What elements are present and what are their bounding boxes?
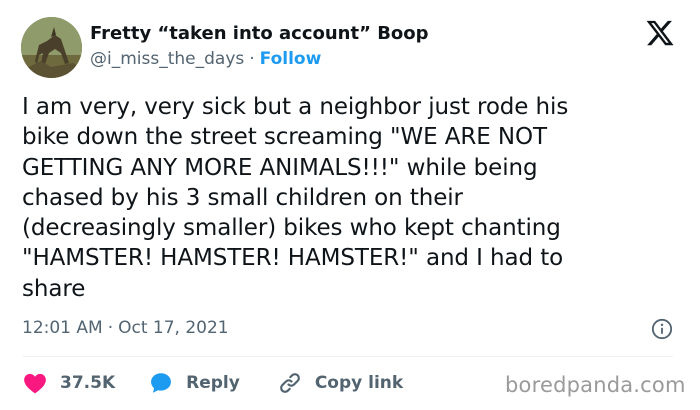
handle-line: @i_miss_the_days · Follow (90, 49, 321, 69)
display-name[interactable]: Fretty “taken into account” Boop (90, 23, 429, 44)
tweet-text-line: bike down the street screaming "WE ARE N… (22, 124, 547, 151)
like-button[interactable]: 37.5K (22, 370, 115, 396)
copy-link-label: Copy link (314, 373, 404, 393)
tweet-time: 12:01 AM (22, 318, 103, 338)
timestamp[interactable]: 12:01 AM · Oct 17, 2021 (22, 318, 229, 338)
tweet-text-line: "HAMSTER! HAMSTER! HAMSTER!" and I had t… (22, 245, 564, 272)
tweet-text: I am very, very sick but a neighbor just… (22, 92, 672, 304)
like-count: 37.5K (60, 373, 116, 393)
info-icon[interactable] (651, 318, 673, 340)
link-icon (279, 373, 300, 393)
tweet-date: Oct 17, 2021 (118, 318, 229, 338)
heart-icon (24, 373, 46, 394)
tweet-text-line: GETTING ANY MORE ANIMALS!!!" while being (22, 154, 538, 181)
speech-bubble-icon (151, 373, 172, 393)
tweet-card: Fretty “taken into account” Boop @i_miss… (0, 0, 700, 410)
separator-dot: · (107, 318, 114, 338)
tweet-text-line: share (22, 275, 86, 302)
reply-button[interactable]: Reply (148, 370, 240, 396)
copy-link-button[interactable]: Copy link (277, 370, 403, 396)
separator-dot: · (249, 49, 255, 69)
avatar-image (21, 17, 82, 78)
tweet-text-line: (decreasingly smaller) bikes who kept ch… (22, 215, 561, 242)
avatar[interactable] (21, 17, 82, 78)
x-logo-icon[interactable] (645, 18, 675, 48)
action-bar: 37.5K Reply Copy link (22, 369, 403, 397)
follow-button[interactable]: Follow (260, 49, 322, 69)
user-handle[interactable]: @i_miss_the_days (90, 49, 244, 69)
watermark: boredpanda.com (505, 373, 686, 397)
reply-label: Reply (186, 373, 240, 393)
tweet-text-line: chased by his 3 small children on their (22, 184, 463, 211)
divider (22, 356, 673, 357)
tweet-text-line: I am very, very sick but a neighbor just… (22, 94, 569, 120)
